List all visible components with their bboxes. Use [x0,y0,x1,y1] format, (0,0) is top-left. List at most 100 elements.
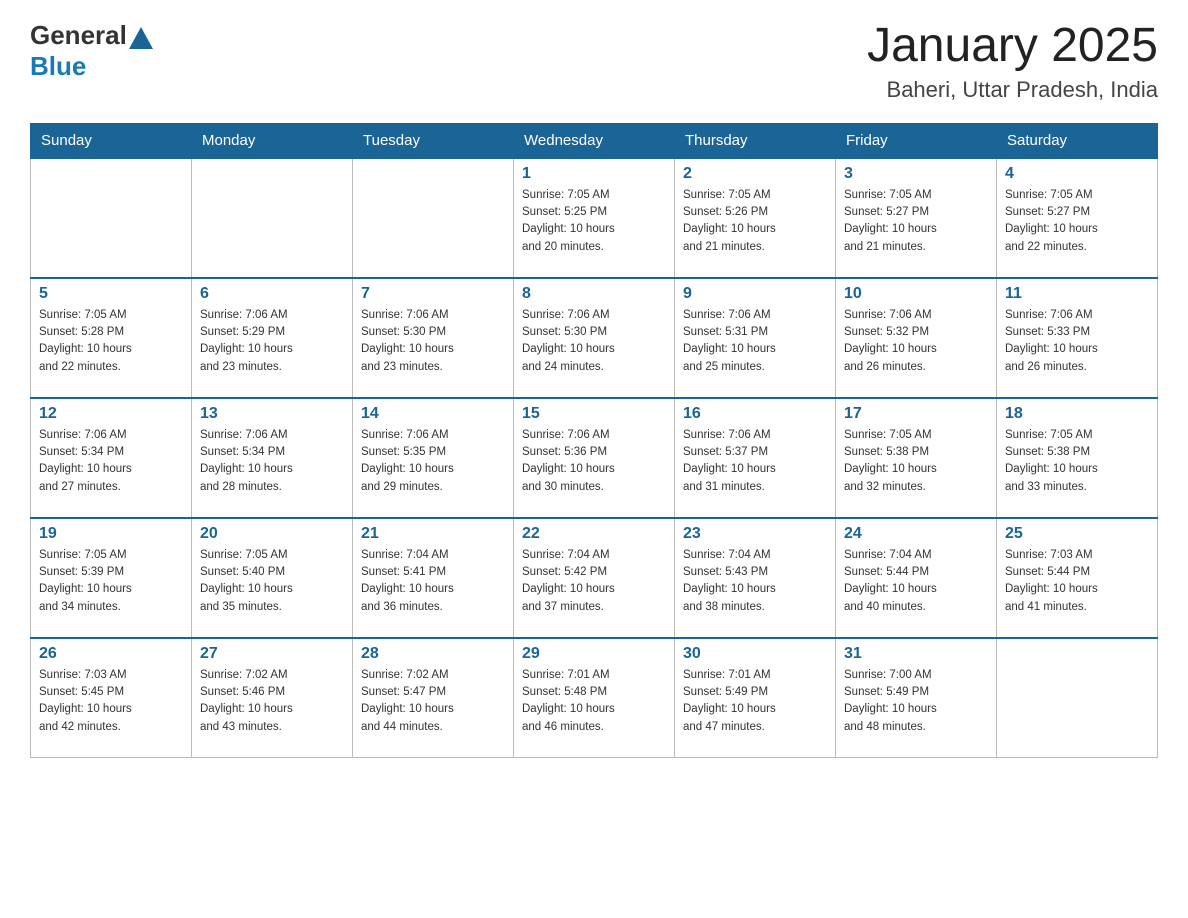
calendar-cell: 26 Sunrise: 7:03 AMSunset: 5:45 PMDayligh… [31,638,192,758]
day-info: Sunrise: 7:03 AMSunset: 5:44 PMDaylight:… [1005,547,1149,616]
day-number: 3 [844,165,988,183]
weekday-header-sunday: Sunday [31,123,192,158]
calendar-cell: 29 Sunrise: 7:01 AMSunset: 5:48 PMDayligh… [514,638,675,758]
day-number: 24 [844,525,988,543]
day-number: 29 [522,645,666,663]
calendar-cell: 8 Sunrise: 7:06 AMSunset: 5:30 PMDaylight… [514,278,675,398]
day-info: Sunrise: 7:06 AMSunset: 5:34 PMDaylight:… [200,427,344,496]
day-info: Sunrise: 7:06 AMSunset: 5:34 PMDaylight:… [39,427,183,496]
calendar-cell: 11Sunrise: 7:06 AMSunset: 5:33 PMDayligh… [997,278,1158,398]
calendar-cell: 30 Sunrise: 7:01 AMSunset: 5:49 PMDayligh… [675,638,836,758]
calendar-week-row: 19 Sunrise: 7:05 AMSunset: 5:39 PMDayligh… [31,518,1158,638]
day-number: 10 [844,285,988,303]
calendar-cell: 18 Sunrise: 7:05 AMSunset: 5:38 PMDayligh… [997,398,1158,518]
calendar-cell: 19 Sunrise: 7:05 AMSunset: 5:39 PMDayligh… [31,518,192,638]
weekday-header-wednesday: Wednesday [514,123,675,158]
day-number: 26 [39,645,183,663]
day-info: Sunrise: 7:01 AMSunset: 5:49 PMDaylight:… [683,667,827,736]
day-number: 23 [683,525,827,543]
calendar-cell: 13 Sunrise: 7:06 AMSunset: 5:34 PMDayligh… [192,398,353,518]
day-number: 19 [39,525,183,543]
day-number: 31 [844,645,988,663]
day-number: 22 [522,525,666,543]
weekday-header-saturday: Saturday [997,123,1158,158]
calendar-cell: 14 Sunrise: 7:06 AMSunset: 5:35 PMDayligh… [353,398,514,518]
day-number: 14 [361,405,505,423]
calendar-cell: 17 Sunrise: 7:05 AMSunset: 5:38 PMDayligh… [836,398,997,518]
calendar-cell: 7Sunrise: 7:06 AMSunset: 5:30 PMDaylight… [353,278,514,398]
day-number: 6 [200,285,344,303]
calendar-cell: 5Sunrise: 7:05 AMSunset: 5:28 PMDaylight… [31,278,192,398]
day-info: Sunrise: 7:06 AMSunset: 5:35 PMDaylight:… [361,427,505,496]
day-info: Sunrise: 7:03 AMSunset: 5:45 PMDaylight:… [39,667,183,736]
calendar-cell: 22Sunrise: 7:04 AMSunset: 5:42 PMDayligh… [514,518,675,638]
day-info: Sunrise: 7:05 AMSunset: 5:25 PMDaylight:… [522,187,666,256]
logo-block: General Blue [30,20,153,82]
calendar-cell: 3 Sunrise: 7:05 AMSunset: 5:27 PMDaylight… [836,158,997,278]
title-block: January 2025 Baheri, Uttar Pradesh, Indi… [867,20,1158,103]
day-info: Sunrise: 7:06 AMSunset: 5:32 PMDaylight:… [844,307,988,376]
weekday-header-thursday: Thursday [675,123,836,158]
calendar-week-row: 12 Sunrise: 7:06 AMSunset: 5:34 PMDayligh… [31,398,1158,518]
calendar-cell: 1 Sunrise: 7:05 AMSunset: 5:25 PMDaylight… [514,158,675,278]
calendar-cell: 6Sunrise: 7:06 AMSunset: 5:29 PMDaylight… [192,278,353,398]
calendar-cell [192,158,353,278]
day-info: Sunrise: 7:05 AMSunset: 5:27 PMDaylight:… [844,187,988,256]
day-info: Sunrise: 7:05 AMSunset: 5:39 PMDaylight:… [39,547,183,616]
day-number: 4 [1005,165,1149,183]
day-number: 25 [1005,525,1149,543]
calendar-cell: 12 Sunrise: 7:06 AMSunset: 5:34 PMDayligh… [31,398,192,518]
day-number: 20 [200,525,344,543]
calendar-title: January 2025 [867,20,1158,73]
calendar-cell: 24 Sunrise: 7:04 AMSunset: 5:44 PMDayligh… [836,518,997,638]
day-info: Sunrise: 7:05 AMSunset: 5:38 PMDaylight:… [844,427,988,496]
day-number: 13 [200,405,344,423]
calendar-week-row: 26 Sunrise: 7:03 AMSunset: 5:45 PMDayligh… [31,638,1158,758]
day-number: 12 [39,405,183,423]
day-number: 17 [844,405,988,423]
day-info: Sunrise: 7:05 AMSunset: 5:28 PMDaylight:… [39,307,183,376]
calendar-cell: 31Sunrise: 7:00 AMSunset: 5:49 PMDayligh… [836,638,997,758]
calendar-cell [31,158,192,278]
day-number: 21 [361,525,505,543]
logo-triangle-icon [129,27,153,49]
day-info: Sunrise: 7:04 AMSunset: 5:44 PMDaylight:… [844,547,988,616]
day-info: Sunrise: 7:06 AMSunset: 5:30 PMDaylight:… [522,307,666,376]
day-info: Sunrise: 7:06 AMSunset: 5:37 PMDaylight:… [683,427,827,496]
calendar-cell: 21 Sunrise: 7:04 AMSunset: 5:41 PMDayligh… [353,518,514,638]
day-info: Sunrise: 7:04 AMSunset: 5:41 PMDaylight:… [361,547,505,616]
calendar-cell: 28Sunrise: 7:02 AMSunset: 5:47 PMDayligh… [353,638,514,758]
calendar-cell: 23Sunrise: 7:04 AMSunset: 5:43 PMDayligh… [675,518,836,638]
day-number: 9 [683,285,827,303]
calendar-cell: 4 Sunrise: 7:05 AMSunset: 5:27 PMDaylight… [997,158,1158,278]
day-number: 18 [1005,405,1149,423]
day-number: 30 [683,645,827,663]
day-info: Sunrise: 7:02 AMSunset: 5:47 PMDaylight:… [361,667,505,736]
day-info: Sunrise: 7:02 AMSunset: 5:46 PMDaylight:… [200,667,344,736]
day-number: 8 [522,285,666,303]
day-info: Sunrise: 7:06 AMSunset: 5:36 PMDaylight:… [522,427,666,496]
day-number: 15 [522,405,666,423]
calendar-week-row: 5Sunrise: 7:05 AMSunset: 5:28 PMDaylight… [31,278,1158,398]
day-info: Sunrise: 7:05 AMSunset: 5:40 PMDaylight:… [200,547,344,616]
calendar-cell: 16Sunrise: 7:06 AMSunset: 5:37 PMDayligh… [675,398,836,518]
calendar-cell: 2Sunrise: 7:05 AMSunset: 5:26 PMDaylight… [675,158,836,278]
weekday-header-row: SundayMondayTuesdayWednesdayThursdayFrid… [31,123,1158,158]
day-number: 1 [522,165,666,183]
logo-general-text: General [30,20,127,51]
day-info: Sunrise: 7:05 AMSunset: 5:27 PMDaylight:… [1005,187,1149,256]
logo-blue-text: Blue [30,51,153,82]
logo: General Blue [30,20,153,82]
day-info: Sunrise: 7:01 AMSunset: 5:48 PMDaylight:… [522,667,666,736]
calendar-week-row: 1 Sunrise: 7:05 AMSunset: 5:25 PMDaylight… [31,158,1158,278]
calendar-cell [353,158,514,278]
calendar-cell: 27 Sunrise: 7:02 AMSunset: 5:46 PMDayligh… [192,638,353,758]
day-number: 27 [200,645,344,663]
day-info: Sunrise: 7:05 AMSunset: 5:38 PMDaylight:… [1005,427,1149,496]
calendar-cell: 20 Sunrise: 7:05 AMSunset: 5:40 PMDayligh… [192,518,353,638]
weekday-header-friday: Friday [836,123,997,158]
page-header: General Blue January 2025 Baheri, Uttar … [30,20,1158,103]
day-info: Sunrise: 7:06 AMSunset: 5:33 PMDaylight:… [1005,307,1149,376]
day-info: Sunrise: 7:06 AMSunset: 5:31 PMDaylight:… [683,307,827,376]
day-number: 2 [683,165,827,183]
